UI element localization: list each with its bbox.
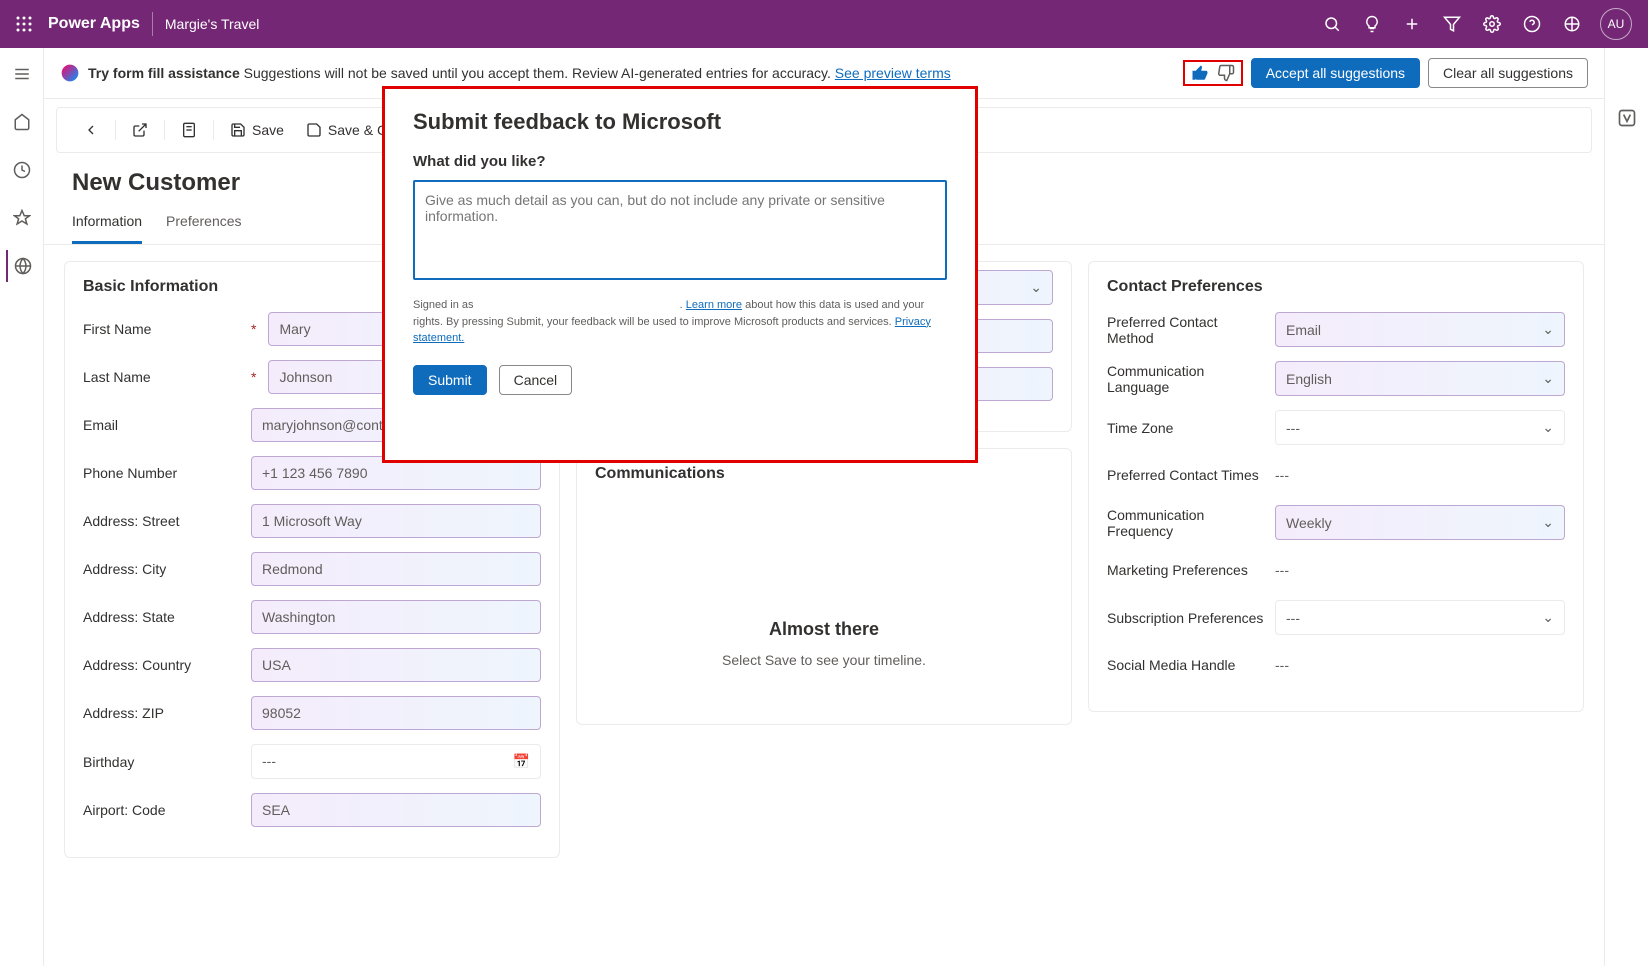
cp-timezone-select[interactable]: ---⌄ [1275,410,1565,445]
birthday-field[interactable]: ---📅 [251,744,541,779]
modal-title: Submit feedback to Microsoft [413,109,947,135]
help-icon[interactable] [1512,0,1552,48]
cp-method-label: Preferred Contact Method [1107,314,1267,346]
communications-section: Communications Almost there Select Save … [576,448,1072,725]
cp-subscription-label: Subscription Preferences [1107,610,1267,626]
left-navigation-rail [0,48,44,966]
preview-terms-link[interactable]: See preview terms [835,65,951,81]
cp-marketing-value: --- [1275,554,1289,586]
open-record-button[interactable] [122,116,158,144]
modal-fineprint: Signed in as . Learn more about how this… [413,297,947,347]
thumbs-down-icon[interactable] [1217,64,1235,82]
street-field[interactable]: 1 Microsoft Way [251,504,541,538]
street-label: Address: Street [83,513,243,529]
placeholder-title: Almost there [615,619,1033,640]
app-launcher-icon[interactable] [8,8,40,40]
chevron-down-icon: ⌄ [1542,370,1554,387]
city-label: Address: City [83,561,243,577]
birthday-label: Birthday [83,754,243,770]
airport-field[interactable]: SEA [251,793,541,827]
zip-field[interactable]: 98052 [251,696,541,730]
chevron-down-icon: ⌄ [1542,514,1554,531]
chevron-down-icon: ⌄ [1030,279,1042,296]
modal-question: What did you like? [413,153,947,170]
accept-all-button[interactable]: Accept all suggestions [1251,58,1420,88]
section-heading: Contact Preferences [1107,278,1565,296]
last-name-label: Last Name [83,369,243,385]
recent-icon[interactable] [6,154,38,186]
plus-icon[interactable] [1392,0,1432,48]
cp-social-label: Social Media Handle [1107,657,1267,673]
pinned-icon[interactable] [6,202,38,234]
cp-times-label: Preferred Contact Times [1107,467,1267,483]
top-navigation-bar: Power Apps Margie's Travel AU [0,0,1648,48]
country-label: Address: Country [83,657,243,673]
app-name: Power Apps [48,15,140,33]
cp-language-label: Communication Language [1107,363,1267,395]
contact-preferences-section: Contact Preferences Preferred Contact Me… [1088,261,1584,712]
cp-times-value: --- [1275,459,1289,491]
divider [152,12,153,36]
feedback-thumbs-highlight [1183,60,1243,86]
banner-title: Try form fill assistance [88,65,240,81]
chevron-down-icon: ⌄ [1542,321,1554,338]
first-name-label: First Name [83,321,243,337]
feedback-modal-highlight: Submit feedback to Microsoft What did yo… [382,86,978,463]
banner-description: Suggestions will not be saved until you … [240,65,835,81]
copilot-icon [60,63,80,83]
form-button[interactable] [171,116,207,144]
email-label: Email [83,417,243,433]
placeholder-text: Select Save to see your timeline. [615,652,1033,668]
lightbulb-icon[interactable] [1352,0,1392,48]
section-heading: Communications [595,465,1053,483]
cp-method-select[interactable]: Email⌄ [1275,312,1565,347]
city-field[interactable]: Redmond [251,552,541,586]
cp-social-value: --- [1275,649,1289,681]
calendar-icon: 📅 [513,753,530,770]
home-icon[interactable] [6,106,38,138]
phone-label: Phone Number [83,465,243,481]
country-field[interactable]: USA [251,648,541,682]
tab-preferences[interactable]: Preferences [166,213,241,244]
feedback-textarea[interactable] [413,180,947,280]
zip-label: Address: ZIP [83,705,243,721]
feedback-modal: Submit feedback to Microsoft What did yo… [385,89,975,415]
right-rail [1604,48,1648,966]
state-label: Address: State [83,609,243,625]
state-field[interactable]: Washington [251,600,541,634]
environment-name: Margie's Travel [165,16,259,32]
share-icon[interactable] [1552,0,1592,48]
back-button[interactable] [73,116,109,144]
cp-language-select[interactable]: English⌄ [1275,361,1565,396]
cancel-button[interactable]: Cancel [499,365,573,395]
learn-more-link[interactable]: Learn more [686,299,742,311]
copilot-side-icon[interactable] [1617,108,1637,128]
filter-icon[interactable] [1432,0,1472,48]
chevron-down-icon: ⌄ [1542,419,1554,436]
hamburger-icon[interactable] [6,58,38,90]
tab-information[interactable]: Information [72,213,142,244]
cp-frequency-label: Communication Frequency [1107,507,1267,539]
gear-icon[interactable] [1472,0,1512,48]
chevron-down-icon: ⌄ [1542,609,1554,626]
airport-label: Airport: Code [83,802,243,818]
cp-timezone-label: Time Zone [1107,420,1267,436]
cp-frequency-select[interactable]: Weekly⌄ [1275,505,1565,540]
thumbs-up-icon[interactable] [1191,64,1209,82]
clear-all-button[interactable]: Clear all suggestions [1428,58,1588,88]
save-button[interactable]: Save [220,116,294,144]
user-avatar[interactable]: AU [1600,8,1632,40]
globe-icon[interactable] [6,250,38,282]
search-icon[interactable] [1312,0,1352,48]
cp-subscription-select[interactable]: ---⌄ [1275,600,1565,635]
submit-button[interactable]: Submit [413,365,487,395]
cp-marketing-label: Marketing Preferences [1107,562,1267,578]
